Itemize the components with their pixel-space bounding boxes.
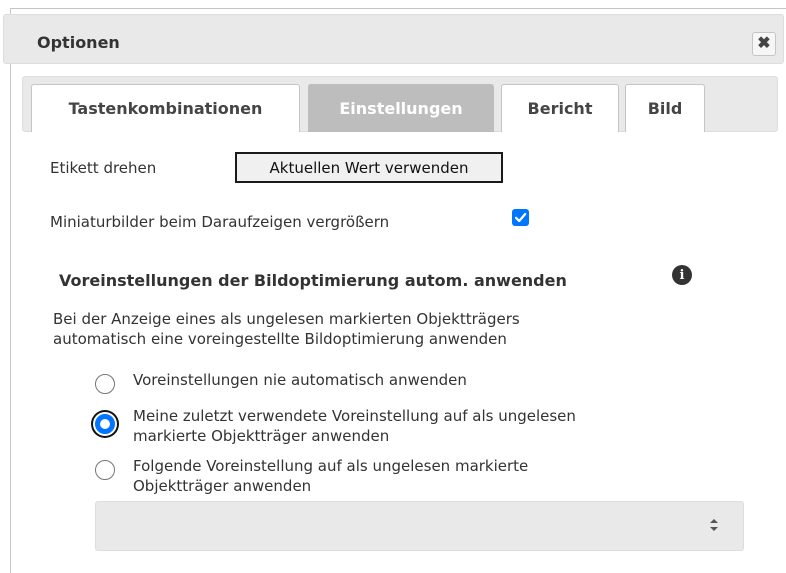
radio-following-preset[interactable] bbox=[95, 460, 115, 480]
preset-description-line1: Bei der Anzeige eines als ungelesen mark… bbox=[53, 310, 520, 328]
use-current-value-button[interactable]: Aktuellen Wert verwenden bbox=[235, 152, 503, 183]
rotate-label-text: Etikett drehen bbox=[50, 159, 157, 177]
radio-last-used-label-line1: Meine zuletzt verwendete Voreinstellung … bbox=[133, 407, 576, 425]
tab-bericht[interactable]: Bericht bbox=[501, 84, 619, 132]
tab-bild[interactable]: Bild bbox=[625, 84, 705, 132]
enlarge-thumbnails-checkbox[interactable] bbox=[512, 209, 529, 226]
radio-following-preset-label-line1: Folgende Voreinstellung auf als ungelese… bbox=[133, 457, 529, 475]
tab-tastenkombinationen[interactable]: Tastenkombinationen bbox=[31, 84, 300, 132]
radio-never-apply-label-line1: Voreinstellungen nie automatisch anwende… bbox=[133, 371, 467, 389]
tab-einstellungen[interactable]: Einstellungen bbox=[308, 84, 494, 132]
radio-never-apply-label: Voreinstellungen nie automatisch anwende… bbox=[133, 370, 467, 390]
radio-never-apply[interactable] bbox=[95, 374, 115, 394]
preset-description: Bei der Anzeige eines als ungelesen mark… bbox=[53, 309, 520, 349]
radio-last-used-label-line2: markierte Objektträger anwenden bbox=[133, 427, 390, 445]
enlarge-thumbnails-label: Miniaturbilder beim Daraufzeigen vergröß… bbox=[50, 213, 390, 231]
dialog-titlebar[interactable] bbox=[3, 14, 784, 64]
sort-updown-icon bbox=[710, 519, 718, 531]
dialog-title: Optionen bbox=[37, 33, 120, 52]
preset-select[interactable] bbox=[95, 501, 744, 551]
preset-description-line2: automatisch eine voreingestellte Bildopt… bbox=[53, 330, 507, 348]
radio-last-used-label: Meine zuletzt verwendete Voreinstellung … bbox=[133, 406, 576, 446]
preset-section-title: Voreinstellungen der Bildoptimierung aut… bbox=[59, 271, 567, 290]
radio-following-preset-label: Folgende Voreinstellung auf als ungelese… bbox=[133, 456, 528, 496]
info-circle-icon[interactable]: i bbox=[672, 265, 692, 285]
radio-last-used[interactable] bbox=[95, 414, 115, 434]
checkmark-icon bbox=[514, 212, 527, 223]
close-x-icon: ✖ bbox=[757, 35, 771, 52]
radio-following-preset-label-line2: Objektträger anwenden bbox=[133, 477, 312, 495]
close-button[interactable]: ✖ bbox=[752, 32, 776, 56]
